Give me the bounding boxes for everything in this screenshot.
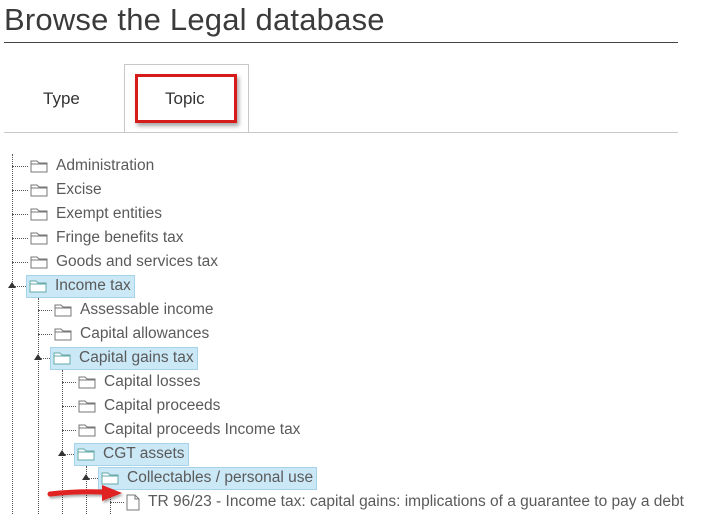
title-divider [4, 42, 678, 43]
tree-item-label: Capital losses [104, 373, 201, 390]
expand-toggle-income-tax[interactable] [8, 282, 16, 288]
tree-item-label: Capital proceeds Income tax [104, 421, 301, 438]
document-label: TR 96/23 - Income tax: capital gains: im… [148, 493, 684, 510]
folder-icon [78, 424, 96, 437]
folder-icon [54, 304, 72, 317]
folder-icon [54, 328, 72, 341]
tree-item-label: Excise [56, 181, 102, 198]
tree-dash [12, 190, 28, 191]
expand-toggle-cgt-assets[interactable] [58, 450, 66, 456]
tree-item-label: Fringe benefits tax [56, 229, 184, 246]
tree-item-assessable-income[interactable]: Assessable income [52, 299, 217, 321]
tree-item-goods-and-services-tax[interactable]: Goods and services tax [28, 251, 221, 273]
tree-item-label: Capital gains tax [79, 349, 194, 366]
tree-item-income-tax[interactable]: Income tax [26, 274, 135, 298]
tabs-divider [4, 132, 678, 133]
folder-icon [78, 400, 96, 413]
folder-icon [78, 376, 96, 389]
tree-item-exempt-entities[interactable]: Exempt entities [28, 203, 165, 225]
tree-item-fringe-benefits-tax[interactable]: Fringe benefits tax [28, 227, 187, 249]
folder-icon [77, 448, 95, 461]
tree-dash [12, 262, 28, 263]
tree-item-administration[interactable]: Administration [28, 155, 157, 177]
tab-topic[interactable]: Topic [165, 89, 205, 109]
document-icon [126, 494, 140, 510]
tree-guide-root [12, 154, 13, 514]
tree-item-capital-allowances[interactable]: Capital allowances [52, 323, 212, 345]
tree-dash [38, 310, 52, 311]
tree-item-label: Collectables / personal use [127, 469, 314, 486]
tree-item-excise[interactable]: Excise [28, 179, 105, 201]
tree-item-label: Income tax [55, 277, 131, 294]
tree-item-cgt-assets[interactable]: CGT assets [74, 442, 189, 466]
tree-dash [62, 430, 76, 431]
tree-item-collectables-personal-use[interactable]: Collectables / personal use [98, 466, 318, 490]
tree-item-capital-losses[interactable]: Capital losses [76, 371, 204, 393]
tree-document-tr-96-23[interactable]: TR 96/23 - Income tax: capital gains: im… [124, 491, 687, 513]
arrow-right-icon [47, 485, 122, 501]
folder-icon [30, 256, 48, 269]
tree-dash [62, 382, 76, 383]
folder-icon [29, 280, 47, 293]
page-title: Browse the Legal database [4, 2, 385, 37]
tree-dash [12, 238, 28, 239]
tree-dash [62, 406, 76, 407]
tree-item-label: CGT assets [103, 445, 185, 462]
tree-item-capital-gains-tax[interactable]: Capital gains tax [50, 346, 198, 370]
folder-icon [30, 208, 48, 221]
expand-toggle-collectables[interactable] [82, 474, 90, 480]
tab-type[interactable]: Type [43, 89, 80, 109]
tree-item-label: Exempt entities [56, 205, 162, 222]
tree-dash [38, 334, 52, 335]
tree-item-capital-proceeds[interactable]: Capital proceeds [76, 395, 223, 417]
folder-icon [30, 160, 48, 173]
tree-item-label: Capital allowances [80, 325, 210, 342]
expand-toggle-capital-gains-tax[interactable] [34, 354, 42, 360]
tree-dash [12, 214, 28, 215]
folder-icon [101, 472, 119, 485]
folder-icon [30, 232, 48, 245]
tree-item-capital-proceeds-income-tax[interactable]: Capital proceeds Income tax [76, 419, 303, 441]
tree-item-label: Goods and services tax [56, 253, 218, 270]
tree-item-label: Assessable income [80, 301, 214, 318]
folder-icon [53, 352, 71, 365]
folder-icon [30, 184, 48, 197]
tree-dash [12, 166, 28, 167]
tree-item-label: Capital proceeds [104, 397, 221, 414]
tree-guide-income [38, 298, 39, 514]
tree-item-label: Administration [56, 157, 155, 174]
